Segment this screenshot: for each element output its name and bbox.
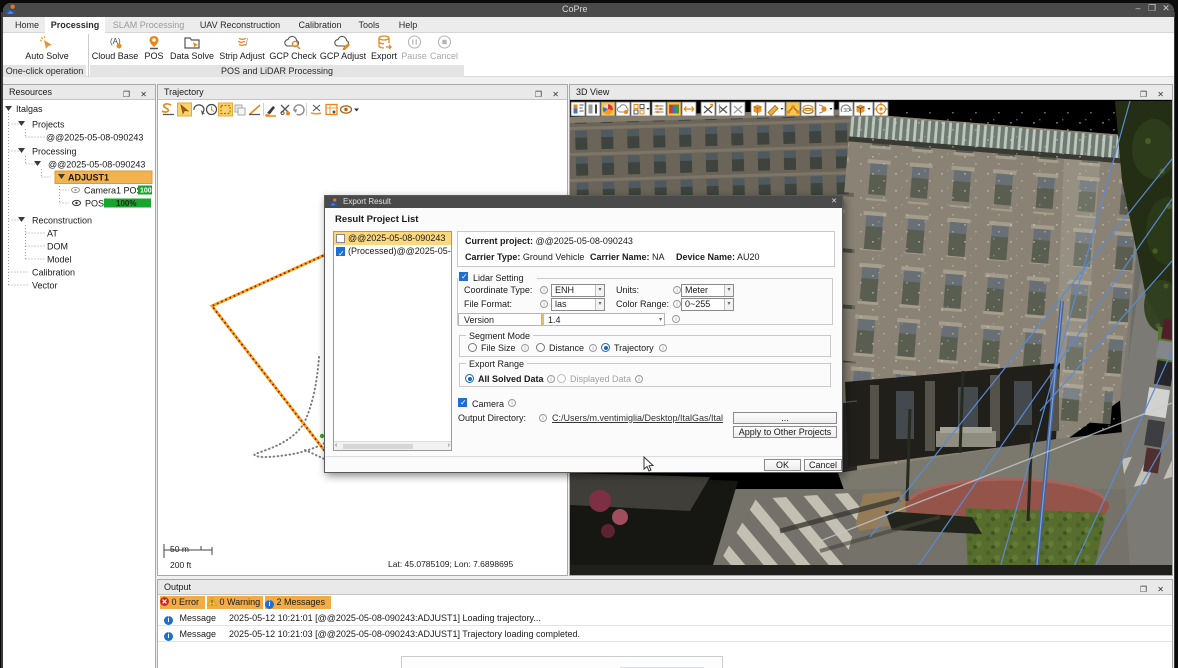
svg-text:@@2025-05-08-090243: @@2025-05-08-090243 xyxy=(46,133,143,143)
svg-text:DOM: DOM xyxy=(47,242,68,252)
svg-text:Lat: 45.0785109; Lon: 7.689869: Lat: 45.0785109; Lon: 7.6898695 xyxy=(388,559,514,569)
svg-text:200 ft: 200 ft xyxy=(170,560,192,570)
svg-text:Calibration: Calibration xyxy=(32,268,75,278)
svg-text:@@2025-05-08-090243: @@2025-05-08-090243 xyxy=(48,160,145,170)
svg-text:Model: Model xyxy=(47,255,72,265)
svg-text:Processing: Processing xyxy=(32,147,77,157)
svg-text:ADJUST1: ADJUST1 xyxy=(68,173,109,183)
svg-text:Italgas: Italgas xyxy=(16,104,43,114)
svg-text:Reconstruction: Reconstruction xyxy=(32,216,92,226)
svg-text:50 m: 50 m xyxy=(170,544,189,554)
svg-text:Camera1 POS: Camera1 POS xyxy=(84,186,143,196)
svg-text:3D: 3D xyxy=(844,108,851,114)
svg-text:100: 100 xyxy=(140,188,152,195)
svg-text:AT: AT xyxy=(47,229,58,239)
svg-text:POS: POS xyxy=(85,199,104,209)
svg-text:100%: 100% xyxy=(116,199,136,208)
svg-text:Vector: Vector xyxy=(32,281,58,291)
svg-text:Projects: Projects xyxy=(32,120,65,130)
